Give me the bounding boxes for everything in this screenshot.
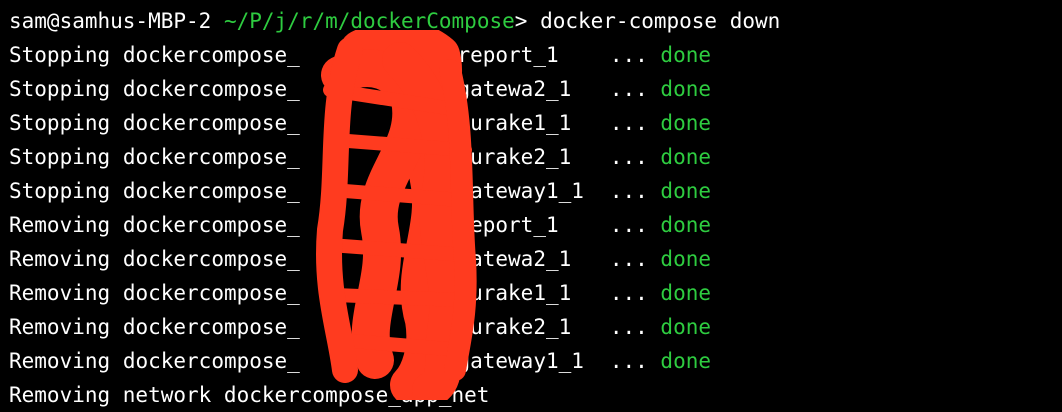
line-container-suffix: -gateway1_1 (444, 179, 584, 203)
line-container-suffix: -report_1 (444, 213, 559, 237)
output-line: Removing dockercompose_ -gateway1_1... do… (9, 344, 711, 378)
prompt-path: ~/P/j/r/m/dockerCompose (223, 9, 515, 33)
output-line: Stopping dockercompose_ -report_1... done (9, 38, 711, 72)
line-container-suffix: -report_1 (444, 43, 559, 67)
prompt-symbol: > (514, 9, 528, 33)
line-action: Stopping (9, 77, 111, 101)
line-container-suffix: -gateway1_1 (444, 349, 584, 373)
line-container-prefix: dockercompose_ (122, 43, 300, 67)
line-status: done (660, 281, 711, 305)
line-action: Stopping (9, 179, 111, 203)
line-status: done (660, 213, 711, 237)
output-line: Stopping dockercompose_ -eurake2_1... don… (9, 140, 711, 174)
line-dots: ... (609, 179, 648, 203)
line-container-suffix: -eurake2_1 (444, 315, 572, 339)
output-line: Removing dockercompose_ -eurake1_1... don… (9, 276, 711, 310)
line-dots: ... (609, 349, 648, 373)
line-dots: ... (609, 111, 648, 135)
line-status: done (660, 111, 711, 135)
line-container-suffix: -eurake2_1 (444, 145, 572, 169)
line-action: Removing (9, 281, 111, 305)
line-dots: ... (609, 43, 648, 67)
line-container-suffix: -gatewa2_1 (444, 77, 572, 101)
output-line: Stopping dockercompose_ -eurake1_1... don… (9, 106, 711, 140)
line-status: done (660, 315, 711, 339)
line-container-prefix: dockercompose_ (122, 315, 300, 339)
line-dots: ... (609, 315, 648, 339)
line-container-suffix: -gatewa2_1 (444, 247, 572, 271)
output-line: Stopping dockercompose_ -gateway1_1... do… (9, 174, 711, 208)
line-container-prefix: dockercompose_ (122, 247, 300, 271)
line-action: Removing (9, 247, 111, 271)
line-container-prefix: dockercompose_ (122, 111, 300, 135)
output-line: Removing dockercompose_ -report_1... done (9, 208, 711, 242)
line-action: Removing (9, 315, 111, 339)
line-dots: ... (609, 145, 648, 169)
line-container-prefix: dockercompose_ (122, 179, 300, 203)
output-line: Removing dockercompose_ -gatewa2_1... don… (9, 242, 711, 276)
line-container-prefix: dockercompose_ (122, 77, 300, 101)
prompt-command: docker-compose down (540, 9, 781, 33)
line-action: Removing (9, 349, 111, 373)
terminal-window[interactable]: sam@samhus-MBP-2 ~/P/j/r/m/dockerCompose… (0, 0, 1062, 412)
line-action: Stopping (9, 111, 111, 135)
line-container-suffix: -eurake1_1 (444, 281, 572, 305)
line-dots: ... (609, 247, 648, 271)
line-container-prefix: dockercompose_ (122, 349, 300, 373)
line-status: done (660, 349, 711, 373)
output-line: Removing dockercompose_ -eurake2_1... don… (9, 310, 711, 344)
line-container-prefix: dockercompose_ (122, 213, 300, 237)
line-container-prefix: dockercompose_ (122, 145, 300, 169)
line-dots: ... (609, 77, 648, 101)
line-dots: ... (609, 281, 648, 305)
prompt-line: sam@samhus-MBP-2 ~/P/j/r/m/dockerCompose… (9, 4, 780, 38)
line-action: Removing (9, 213, 111, 237)
output-line: Stopping dockercompose_ -gatewa2_1... don… (9, 72, 711, 106)
line-status: done (660, 145, 711, 169)
line-container-suffix: -eurake1_1 (444, 111, 572, 135)
line-status: done (660, 247, 711, 271)
line-container-prefix: dockercompose_ (122, 281, 300, 305)
line-dots: ... (609, 213, 648, 237)
line-status: done (660, 77, 711, 101)
line-status: done (660, 179, 711, 203)
network-removal-line: Removing network dockercompose_app_net (9, 383, 490, 407)
line-action: Stopping (9, 145, 111, 169)
line-action: Stopping (9, 43, 111, 67)
line-status: done (660, 43, 711, 67)
prompt-user-host: sam@samhus-MBP-2 (9, 9, 212, 33)
